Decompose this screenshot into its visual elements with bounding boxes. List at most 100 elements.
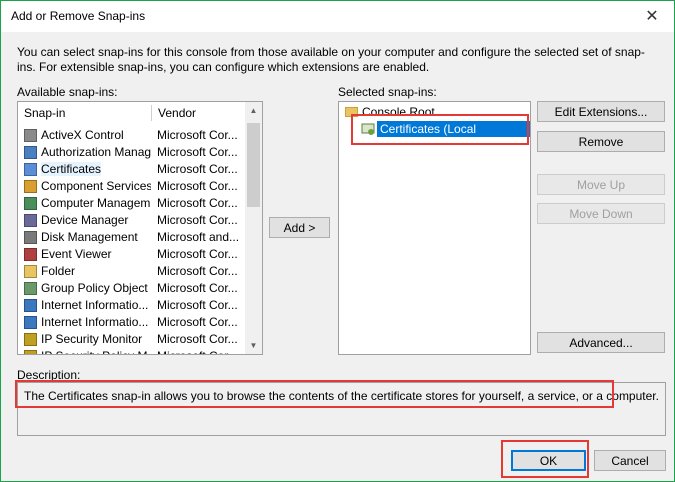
snapin-name: Group Policy Object ... bbox=[41, 281, 151, 295]
snapin-icon bbox=[24, 282, 37, 295]
snapin-name-cell: Certificates bbox=[41, 161, 151, 178]
snapin-icon bbox=[24, 333, 37, 346]
available-list-scrollbar[interactable]: ▲ ▼ bbox=[245, 102, 262, 354]
snapin-name: Certificates bbox=[41, 162, 102, 176]
snapin-icon bbox=[24, 146, 37, 159]
snapin-icon bbox=[24, 299, 37, 312]
move-up-button[interactable]: Move Up bbox=[537, 174, 665, 195]
snapin-name-cell: Device Manager bbox=[41, 212, 151, 229]
snapin-name-cell: Disk Management bbox=[41, 229, 151, 246]
snapin-vendor: Microsoft Cor... bbox=[157, 128, 238, 142]
snapin-icon bbox=[24, 248, 37, 261]
ok-button[interactable]: OK bbox=[511, 450, 586, 471]
edit-extensions-button[interactable]: Edit Extensions... bbox=[537, 101, 665, 122]
snapin-icon bbox=[24, 316, 37, 329]
available-snapins-list[interactable]: Snap-in Vendor ActiveX Control Microsoft … bbox=[17, 101, 263, 355]
add-button[interactable]: Add > bbox=[269, 217, 330, 238]
list-item[interactable]: Folder Microsoft Cor... bbox=[18, 263, 244, 280]
snapin-icon bbox=[24, 265, 37, 278]
snapin-name-cell: ActiveX Control bbox=[41, 127, 151, 144]
list-item[interactable]: Disk Management Microsoft and... bbox=[18, 229, 244, 246]
description-text: The Certificates snap-in allows you to b… bbox=[24, 389, 659, 403]
snapin-vendor: Microsoft Cor... bbox=[157, 281, 238, 295]
scroll-up-arrow-icon[interactable]: ▲ bbox=[245, 102, 262, 119]
folder-icon bbox=[345, 107, 358, 117]
tree-item-certificates-local[interactable]: Certificates (Local Computer) bbox=[377, 121, 530, 152]
window-title: Add or Remove Snap-ins bbox=[11, 9, 146, 23]
snapin-icon bbox=[24, 214, 37, 227]
snapin-name: Authorization Manager bbox=[41, 145, 151, 159]
list-item[interactable]: Device Manager Microsoft Cor... bbox=[18, 212, 244, 229]
list-item[interactable]: Internet Informatio... Microsoft Cor... bbox=[18, 314, 244, 331]
list-item[interactable]: Event Viewer Microsoft Cor... bbox=[18, 246, 244, 263]
intro-text: You can select snap-ins for this console… bbox=[17, 45, 645, 74]
move-down-button[interactable]: Move Down bbox=[537, 203, 665, 224]
cancel-button[interactable]: Cancel bbox=[594, 450, 666, 471]
column-header-vendor[interactable]: Vendor bbox=[152, 102, 244, 124]
snapin-vendor: Microsoft Cor... bbox=[157, 298, 238, 312]
snapin-name-cell: Computer Managem... bbox=[41, 195, 151, 212]
column-header-snapin[interactable]: Snap-in bbox=[18, 102, 151, 124]
list-item[interactable]: IP Security Monitor Microsoft Cor... bbox=[18, 331, 244, 348]
snapin-name: Computer Managem... bbox=[41, 196, 151, 210]
snapin-name: Folder bbox=[41, 264, 76, 278]
snapin-name-cell: Component Services bbox=[41, 178, 151, 195]
snapin-vendor: Microsoft Cor... bbox=[157, 179, 238, 193]
snapin-name-cell: Folder bbox=[41, 263, 151, 280]
snapin-name-cell: Group Policy Object ... bbox=[41, 280, 151, 297]
snapin-name: Device Manager bbox=[41, 213, 129, 227]
snapin-vendor: Microsoft and... bbox=[157, 230, 240, 244]
snapin-name: IP Security Monitor bbox=[41, 332, 143, 346]
available-snapins-label: Available snap-ins: bbox=[17, 85, 118, 99]
dialog-window: Add or Remove Snap-ins ✕ You can select … bbox=[0, 0, 675, 482]
list-item[interactable]: Group Policy Object ... Microsoft Cor... bbox=[18, 280, 244, 297]
advanced-button[interactable]: Advanced... bbox=[537, 332, 665, 353]
snapin-name: Internet Informatio... bbox=[41, 298, 149, 312]
snapin-name-cell: IP Security Monitor bbox=[41, 331, 151, 348]
scroll-thumb[interactable] bbox=[247, 123, 260, 207]
snapin-vendor: Microsoft Cor... bbox=[157, 145, 238, 159]
snapin-icon bbox=[24, 197, 37, 210]
snapin-vendor: Microsoft Cor... bbox=[157, 348, 243, 354]
remove-button[interactable]: Remove bbox=[537, 131, 665, 152]
snapin-name-cell: Internet Informatio... bbox=[41, 314, 151, 331]
list-item[interactable]: Certificates Microsoft Cor... bbox=[18, 161, 244, 178]
snapin-name-cell: Event Viewer bbox=[41, 246, 151, 263]
snapin-name: ActiveX Control bbox=[41, 128, 124, 142]
list-item[interactable]: Internet Informatio... Microsoft Cor... bbox=[18, 297, 244, 314]
snapin-vendor: Microsoft Cor... bbox=[157, 162, 238, 176]
snapin-vendor: Microsoft Cor... bbox=[157, 264, 238, 278]
snapin-icon bbox=[24, 129, 37, 142]
snapin-name: IP Security Policy M... bbox=[41, 349, 151, 354]
list-item[interactable]: Component Services Microsoft Cor... bbox=[18, 178, 244, 195]
list-item[interactable]: Authorization Manager Microsoft Cor... bbox=[18, 144, 244, 161]
title-bar: Add or Remove Snap-ins ✕ bbox=[1, 1, 674, 32]
certificate-icon bbox=[361, 123, 375, 135]
scroll-down-arrow-icon[interactable]: ▼ bbox=[245, 337, 262, 354]
snapin-vendor: Microsoft Cor... bbox=[157, 196, 238, 210]
snapin-vendor: Microsoft Cor... bbox=[157, 213, 238, 227]
tree-item-console-root[interactable]: Console Root bbox=[362, 104, 435, 120]
close-icon[interactable]: ✕ bbox=[630, 1, 674, 32]
snapin-icon bbox=[24, 180, 37, 193]
snapin-name-cell: IP Security Policy M... bbox=[41, 348, 151, 354]
snapin-name-cell: Internet Informatio... bbox=[41, 297, 151, 314]
snapin-icon bbox=[24, 350, 37, 354]
snapin-name-cell: Authorization Manager bbox=[41, 144, 151, 161]
selected-snapins-tree[interactable]: Console Root Certificates (Local Compute… bbox=[338, 101, 531, 355]
snapin-icon bbox=[24, 163, 37, 176]
list-item[interactable]: Computer Managem... Microsoft Cor... bbox=[18, 195, 244, 212]
snapin-name: Component Services bbox=[41, 179, 151, 193]
snapin-vendor: Microsoft Cor... bbox=[157, 315, 238, 329]
snapin-vendor: Microsoft Cor... bbox=[157, 247, 238, 261]
snapin-name: Event Viewer bbox=[41, 247, 112, 261]
snapin-name: Internet Informatio... bbox=[41, 315, 149, 329]
list-item[interactable]: IP Security Policy M... Microsoft Cor... bbox=[18, 348, 244, 354]
snapin-icon bbox=[24, 231, 37, 244]
snapin-name: Disk Management bbox=[41, 230, 138, 244]
list-item[interactable]: ActiveX Control Microsoft Cor... bbox=[18, 127, 244, 144]
selected-snapins-label: Selected snap-ins: bbox=[338, 85, 437, 99]
description-box: The Certificates snap-in allows you to b… bbox=[17, 382, 666, 436]
snapin-vendor: Microsoft Cor... bbox=[157, 332, 238, 346]
description-label: Description: bbox=[17, 368, 81, 382]
